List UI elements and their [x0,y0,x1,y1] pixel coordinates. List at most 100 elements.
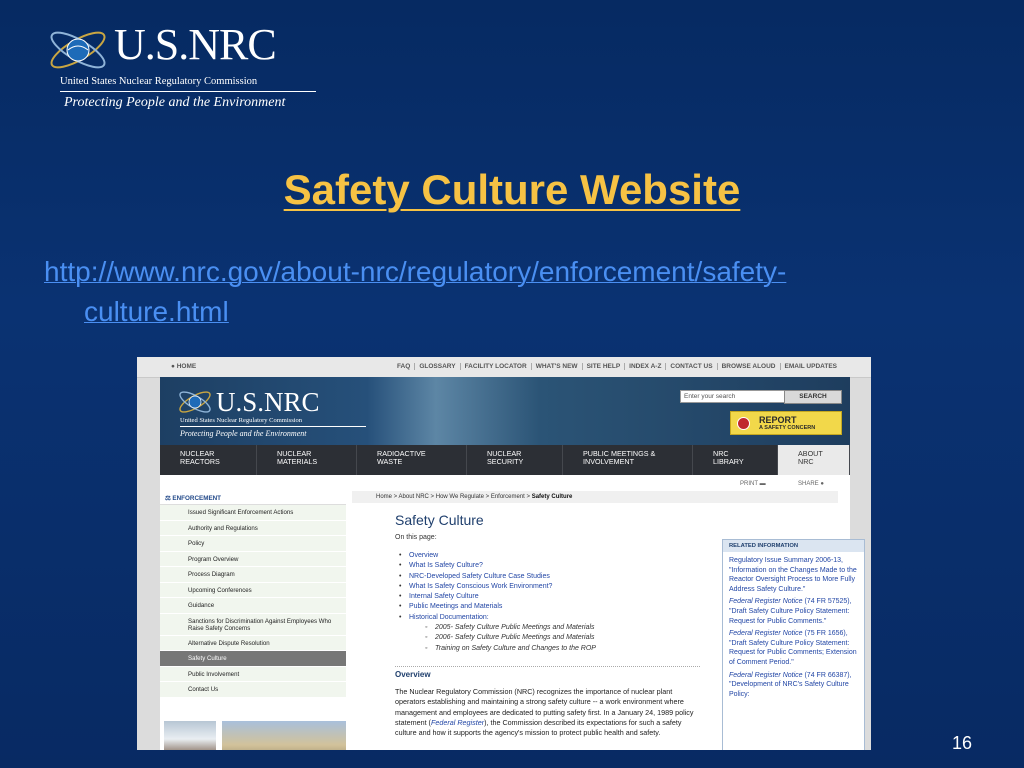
nav-item-line: REACTORS [180,457,220,466]
toc-sub-item[interactable]: 2005- Safety Culture Public Meetings and… [409,623,596,633]
report-safety-concern-button[interactable]: REPORT A SAFETY CONCERN [730,411,842,435]
report-title: REPORT [759,415,797,425]
site-wordmark: U.S.NRC [216,387,320,417]
nav-item[interactable]: NUCLEAR SECURITY [467,445,563,475]
sidebar-item[interactable]: Authority and Regulations [160,520,346,536]
breadcrumb: Home > About NRC > How We Regulate > Enf… [352,491,838,503]
atom-icon [50,31,106,69]
related-entry[interactable]: Federal Register Notice (74 FR 66387), "… [729,671,861,700]
site-agency-name: United States Nuclear Regulatory Commiss… [180,417,366,427]
slide-tagline: Protecting People and the Environment [64,95,286,110]
utility-links: FAQ GLOSSARY FACILITY LOCATOR WHAT'S NEW SIT… [393,363,841,370]
breadcrumb-link[interactable]: How We Regulate [436,494,484,500]
sidebar-item[interactable]: Policy [160,536,346,552]
toc-link[interactable]: Public Meetings and Materials [409,602,596,612]
nav-item[interactable]: ABOUT NRC [778,445,850,475]
related-entry-source: Federal Register Notice [729,598,803,606]
sidebar-item[interactable]: Public Involvement [160,666,346,682]
utility-link[interactable]: EMAIL UPDATES [781,363,842,370]
breadcrumb-link[interactable]: Home [376,494,392,500]
slide-agency-name: United States Nuclear Regulatory Commiss… [60,76,316,92]
toc-link[interactable]: Historical Documentation: [409,613,596,623]
alert-icon [737,417,750,430]
utility-link[interactable]: WHAT'S NEW [532,363,583,370]
sidebar-item[interactable]: Alternative Dispute Resolution [160,635,346,651]
sidebar-item[interactable]: Safety Culture [160,651,346,667]
sidebar: ⚖ ENFORCEMENT Issued Significant Enforce… [160,491,346,750]
toc-link[interactable]: Internal Safety Culture [409,592,596,602]
site-tagline: Protecting People and the Environment [180,429,307,438]
site-logo[interactable]: U.S.NRC United States Nuclear Regulatory… [176,387,366,443]
nav-item[interactable]: NUCLEAR MATERIALS [257,445,357,475]
related-entry[interactable]: Federal Register Notice (74 FR 57525), "… [729,597,861,626]
sidebar-item[interactable]: Upcoming Conferences [160,582,346,598]
sidebar-photos [164,721,346,750]
search-input[interactable]: Enter your search [680,390,786,403]
toc-sub-item[interactable]: 2006- Safety Culture Public Meetings and… [409,633,596,643]
related-entry-source: Federal Register Notice [729,671,803,679]
worker-photo [164,721,216,750]
main-nav: NUCLEAR REACTORS NUCLEAR MATERIALS RADIOACTI… [160,445,850,475]
nav-item[interactable]: NRC LIBRARY [693,445,778,475]
nav-item-line: SECURITY [487,457,524,466]
utility-link[interactable]: FACILITY LOCATOR [461,363,532,370]
nav-item-line: INVOLVEMENT [583,457,634,466]
table-of-contents: OverviewWhat Is Safety Culture?NRC-Devel… [409,551,596,654]
on-this-page-label: On this page: [395,534,437,541]
utility-link[interactable]: BROWSE ALOUD [718,363,781,370]
site-frame: U.S.NRC United States Nuclear Regulatory… [160,377,865,750]
print-button[interactable]: PRINT ▬ [740,481,766,487]
nav-item[interactable]: RADIOACTIVE WASTE [357,445,467,475]
sidebar-item[interactable]: Contact Us [160,682,346,698]
sidebar-item[interactable]: Guidance [160,598,346,614]
utility-home-link[interactable]: ● HOME [171,363,196,370]
sidebar-item[interactable]: Process Diagram [160,567,346,583]
related-header: RELATED INFORMATION [723,540,864,552]
search-button[interactable]: SEARCH [784,390,842,404]
nav-item-line: NRC [798,457,814,466]
slide-url-link[interactable]: http://www.nrc.gov/about-nrc/regulatory/… [44,252,974,332]
toc-link[interactable]: What Is Safety Culture? [409,561,596,571]
toc-sub-item[interactable]: Training on Safety Culture and Changes t… [409,644,596,654]
sidebar-item[interactable]: Program Overview [160,551,346,567]
breadcrumb-link[interactable]: About NRC [399,494,429,500]
related-entry[interactable]: Regulatory Issue Summary 2006-13, "Infor… [729,556,861,594]
breadcrumb-link[interactable]: Enforcement [491,494,525,500]
related-information-box: RELATED INFORMATION Regulatory Issue Sum… [722,539,865,750]
utility-link[interactable]: SITE HELP [583,363,626,370]
utility-link[interactable]: GLOSSARY [415,363,461,370]
utility-bar: ● HOME FAQ GLOSSARY FACILITY LOCATOR WHAT'S… [137,357,871,378]
nav-item[interactable]: NUCLEAR REACTORS [160,445,257,475]
nav-item[interactable]: PUBLIC MEETINGS & INVOLVEMENT [563,445,693,475]
sidebar-item[interactable]: Issued Significant Enforcement Actions [160,505,346,521]
share-button[interactable]: SHARE ● [798,481,824,487]
utility-link[interactable]: FAQ [393,363,416,370]
url-line-2[interactable]: culture.html [84,296,229,327]
federal-register-link[interactable]: Federal Register [431,718,484,727]
nav-item-line: WASTE [377,457,403,466]
page-number: 16 [951,733,972,753]
sidebar-item[interactable]: Sanctions for Discrimination Against Emp… [160,613,346,636]
slide-logo: U.S.NRC United States Nuclear Regulatory… [46,14,316,114]
sidebar-header[interactable]: ⚖ ENFORCEMENT [160,491,346,505]
overview-heading: Overview [395,666,700,679]
url-line-1[interactable]: http://www.nrc.gov/about-nrc/regulatory/… [44,256,786,287]
website-screenshot: ● HOME FAQ GLOSSARY FACILITY LOCATOR WHAT'S… [137,357,871,750]
atom-icon [179,391,211,413]
slide-title: Safety Culture Website [283,166,741,213]
plant-photo [222,721,346,750]
utility-link[interactable]: INDEX A-Z [625,363,667,370]
page-tools: PRINT ▬ SHARE ● [160,475,850,491]
page-heading: Safety Culture [395,512,484,528]
related-entry-text: Regulatory Issue Summary 2006-13, "Infor… [729,557,857,593]
breadcrumb-current: Safety Culture [531,494,573,500]
related-entry-source: Federal Register Notice [729,630,803,638]
toc-link[interactable]: NRC-Developed Safety Culture Case Studie… [409,572,596,582]
utility-link[interactable]: CONTACT US [666,363,718,370]
slide-wordmark: U.S.NRC [114,20,277,69]
toc-link[interactable]: Overview [409,551,596,561]
nav-item-line: MATERIALS [277,457,318,466]
site-banner: U.S.NRC United States Nuclear Regulatory… [160,377,850,445]
related-entry[interactable]: Federal Register Notice (75 FR 1656), "D… [729,629,861,667]
toc-link[interactable]: What Is Safety Conscious Work Environmen… [409,582,596,592]
